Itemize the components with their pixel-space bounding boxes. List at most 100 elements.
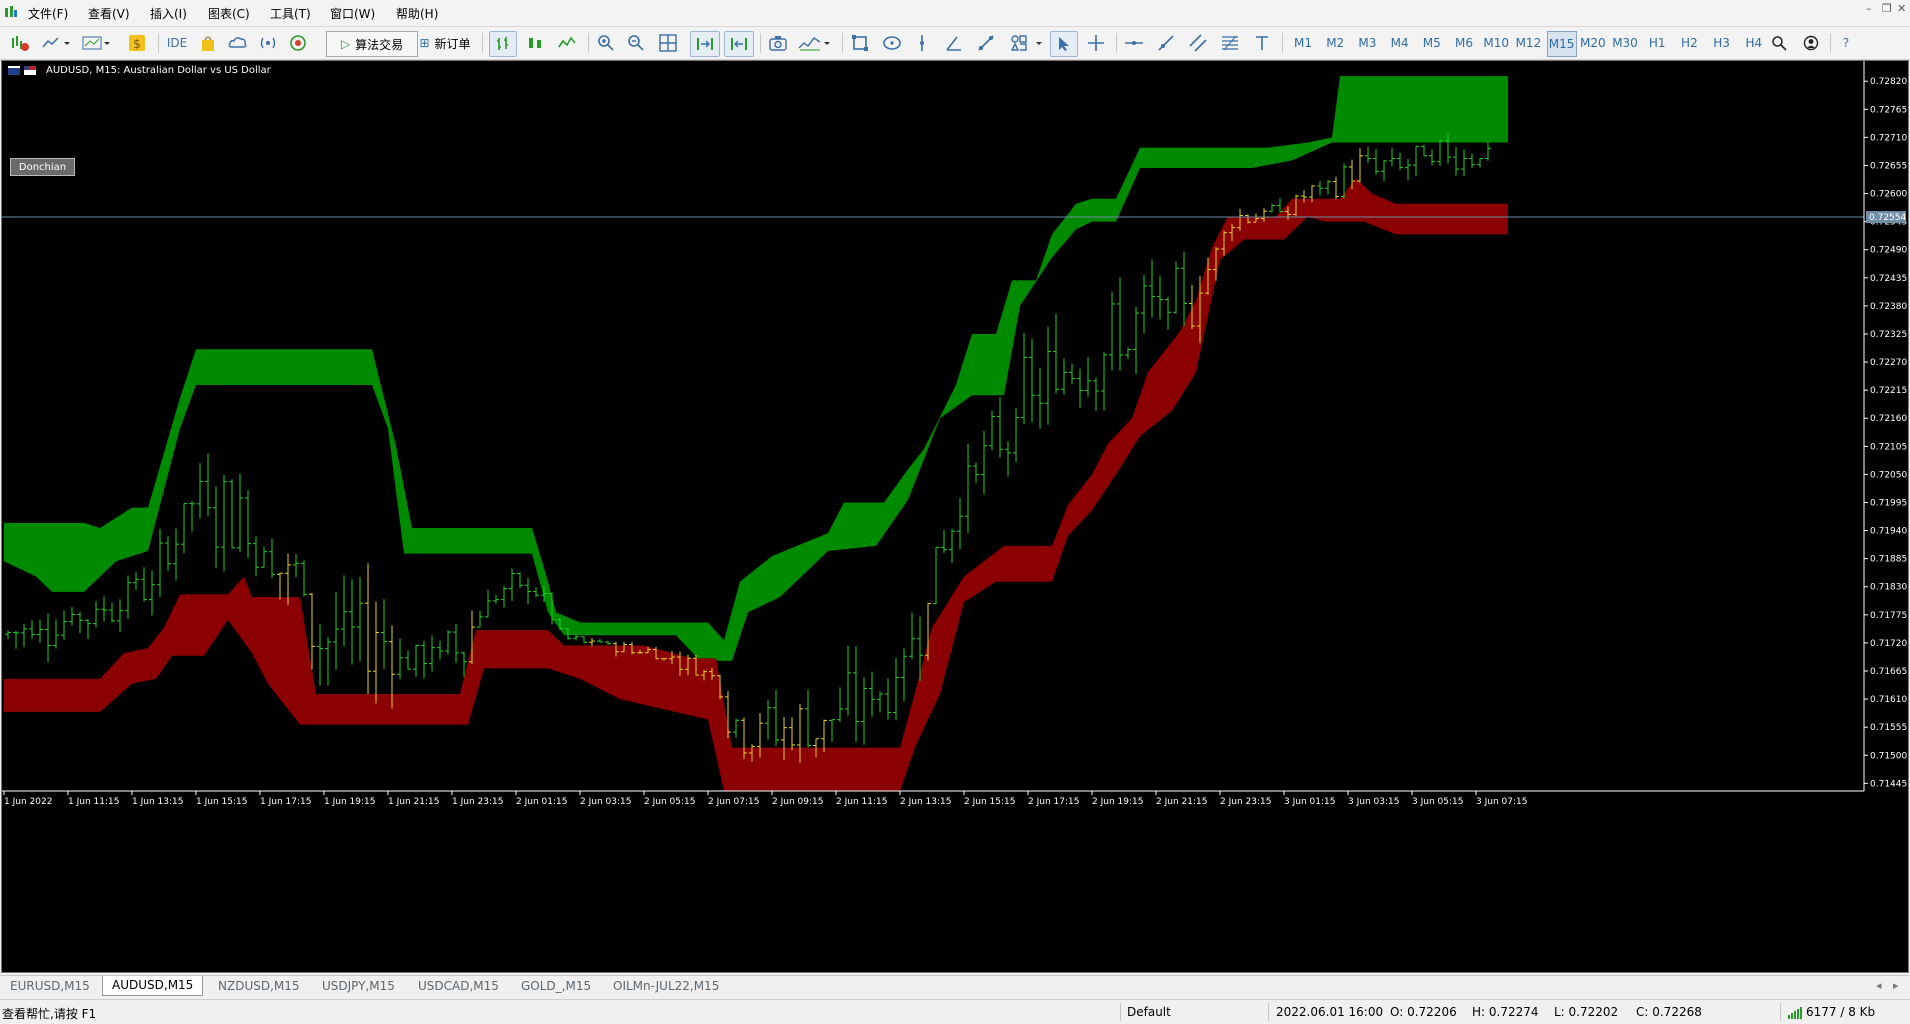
timeframe-h1[interactable]: H1 bbox=[1643, 31, 1671, 55]
shapes-dropdown-icon[interactable] bbox=[1008, 31, 1046, 55]
price-tick-label: 0.71665 bbox=[1870, 667, 1907, 677]
auto-scroll-icon[interactable] bbox=[690, 31, 720, 57]
text-tool-icon[interactable] bbox=[1250, 31, 1274, 55]
restore-icon[interactable]: ❐ bbox=[1882, 2, 1892, 15]
timeframe-m1[interactable]: M1 bbox=[1289, 31, 1317, 55]
tab-audusd[interactable]: AUDUSD,M15 bbox=[102, 976, 204, 996]
main-toolbar: $ IDE ▷ 算法交易 ⊞ 新订单 ? M1 M2 M3 M4 M5 M6 M… bbox=[0, 27, 1910, 76]
price-tick-label: 0.71830 bbox=[1870, 583, 1907, 593]
trendline-icon[interactable] bbox=[974, 31, 998, 55]
signals-icon[interactable] bbox=[256, 31, 280, 55]
zoom-in-icon[interactable] bbox=[594, 31, 618, 55]
timeframe-m15[interactable]: M15 bbox=[1546, 31, 1577, 57]
market-watch-icon[interactable]: $ bbox=[126, 31, 148, 55]
donchian-upper-band bbox=[4, 76, 1508, 661]
price-tick-label: 0.72215 bbox=[1870, 386, 1907, 396]
menu-insert[interactable]: 插入(I) bbox=[150, 5, 187, 22]
time-tick-label: 1 Jun 2022 bbox=[4, 797, 52, 807]
timeframe-m12[interactable]: M12 bbox=[1514, 31, 1542, 55]
close-icon[interactable]: ✕ bbox=[1897, 2, 1906, 15]
price-tick-label: 0.72655 bbox=[1870, 161, 1907, 171]
new-chart-icon[interactable] bbox=[8, 31, 32, 55]
price-tick-label: 0.72600 bbox=[1870, 190, 1907, 200]
horizontal-line-icon[interactable] bbox=[1122, 31, 1146, 55]
zoom-out-icon[interactable] bbox=[624, 31, 648, 55]
donchian-button[interactable]: Donchian bbox=[10, 158, 75, 176]
crosshair-icon[interactable] bbox=[1084, 31, 1108, 55]
time-tick-label: 2 Jun 23:15 bbox=[1220, 797, 1271, 807]
bar-chart-icon[interactable] bbox=[489, 31, 517, 57]
menu-help[interactable]: 帮助(H) bbox=[396, 5, 438, 22]
price-tick-label: 0.72710 bbox=[1870, 133, 1907, 143]
timeframe-m4[interactable]: M4 bbox=[1386, 31, 1414, 55]
timeframe-m6[interactable]: M6 bbox=[1450, 31, 1478, 55]
channel-icon[interactable] bbox=[1186, 31, 1210, 55]
chart-window[interactable]: 0.72820 0.72765 0.72710 0.72655 0.72600 0.725… bbox=[1, 60, 1909, 973]
price-tick-label: 0.72050 bbox=[1870, 470, 1907, 480]
timeframe-m2[interactable]: M2 bbox=[1321, 31, 1349, 55]
cursor-icon[interactable] bbox=[1050, 31, 1078, 57]
time-tick-label: 3 Jun 05:15 bbox=[1412, 797, 1463, 807]
candlestick-icon[interactable] bbox=[522, 31, 548, 55]
new-order-button[interactable]: ⊞ 新订单 bbox=[414, 31, 476, 55]
timeframe-m3[interactable]: M3 bbox=[1353, 31, 1381, 55]
rectangle-tool-icon[interactable] bbox=[848, 31, 872, 55]
templates-dropdown-icon[interactable] bbox=[80, 31, 114, 55]
market-icon[interactable] bbox=[196, 31, 220, 55]
account-icon[interactable] bbox=[1800, 31, 1822, 55]
minimize-icon[interactable]: – bbox=[1866, 2, 1872, 15]
status-low: L: 0.72202 bbox=[1554, 1005, 1619, 1019]
price-tick-label: 0.72820 bbox=[1870, 77, 1907, 87]
vps-icon[interactable] bbox=[286, 31, 310, 55]
price-tick-label: 0.71995 bbox=[1870, 498, 1907, 508]
timeframe-m30[interactable]: M30 bbox=[1611, 31, 1639, 55]
menu-window[interactable]: 窗口(W) bbox=[330, 5, 375, 22]
screenshot-icon[interactable] bbox=[766, 31, 790, 55]
tab-scroll-right-icon[interactable]: ▸ bbox=[1893, 979, 1899, 992]
timeframe-h3[interactable]: H3 bbox=[1708, 31, 1736, 55]
tab-oil[interactable]: OILMn-JUL22,M15 bbox=[613, 979, 719, 993]
ray-icon[interactable] bbox=[1154, 31, 1178, 55]
status-traffic: 6177 / 8 Kb bbox=[1806, 1005, 1876, 1019]
timeframe-h2[interactable]: H2 bbox=[1675, 31, 1703, 55]
time-tick-label: 2 Jun 15:15 bbox=[964, 797, 1015, 807]
time-tick-label: 3 Jun 03:15 bbox=[1348, 797, 1399, 807]
ide-button[interactable]: IDE bbox=[164, 31, 190, 55]
cloud-icon[interactable] bbox=[226, 31, 250, 55]
search-icon[interactable] bbox=[1768, 31, 1790, 55]
time-tick-label: 2 Jun 01:15 bbox=[516, 797, 567, 807]
tab-gold[interactable]: GOLD_,M15 bbox=[521, 979, 591, 993]
vertical-line-icon[interactable] bbox=[912, 31, 932, 55]
chart-type-dropdown-icon[interactable] bbox=[40, 31, 74, 55]
status-profile[interactable]: Default bbox=[1127, 1005, 1171, 1019]
menu-chart[interactable]: 图表(C) bbox=[208, 5, 250, 22]
price-tick-label: 0.72270 bbox=[1870, 358, 1907, 368]
timeframe-m20[interactable]: M20 bbox=[1579, 31, 1607, 55]
current-price-label: 0.72554 bbox=[1869, 213, 1906, 223]
tab-eurusd[interactable]: EURUSD,M15 bbox=[10, 979, 90, 993]
tab-usdcad[interactable]: USDCAD,M15 bbox=[418, 979, 499, 993]
menu-file[interactable]: 文件(F) bbox=[28, 5, 68, 22]
angle-tool-icon[interactable] bbox=[942, 31, 966, 55]
algo-trading-button[interactable]: ▷ 算法交易 bbox=[326, 31, 418, 57]
indicators-dropdown-icon[interactable] bbox=[796, 31, 834, 55]
svg-text:$: $ bbox=[133, 37, 141, 51]
tab-nzdusd[interactable]: NZDUSD,M15 bbox=[218, 979, 300, 993]
tab-scroll-left-icon[interactable]: ◂ bbox=[1876, 979, 1882, 992]
timeframe-m10[interactable]: M10 bbox=[1482, 31, 1510, 55]
status-open: O: 0.72206 bbox=[1390, 1005, 1457, 1019]
fibonacci-icon[interactable] bbox=[1218, 31, 1242, 55]
line-chart-icon[interactable] bbox=[554, 31, 580, 55]
chart-shift-icon[interactable] bbox=[724, 31, 754, 57]
time-tick-label: 3 Jun 07:15 bbox=[1476, 797, 1527, 807]
price-chart[interactable]: 0.72820 0.72765 0.72710 0.72655 0.72600 0.725… bbox=[2, 61, 1908, 972]
timeframe-m5[interactable]: M5 bbox=[1418, 31, 1446, 55]
menu-tools[interactable]: 工具(T) bbox=[270, 5, 311, 22]
tile-windows-icon[interactable] bbox=[656, 31, 680, 55]
help-icon[interactable]: ? bbox=[1836, 31, 1856, 55]
menu-view[interactable]: 查看(V) bbox=[88, 5, 130, 22]
tab-usdjpy[interactable]: USDJPY,M15 bbox=[322, 979, 395, 993]
ellipse-tool-icon[interactable] bbox=[880, 31, 904, 55]
status-bar: 查看帮忙,请按 F1 Default 2022.06.01 16:00 O: 0… bbox=[0, 999, 1910, 1024]
timeframe-h4[interactable]: H4 bbox=[1740, 31, 1768, 55]
